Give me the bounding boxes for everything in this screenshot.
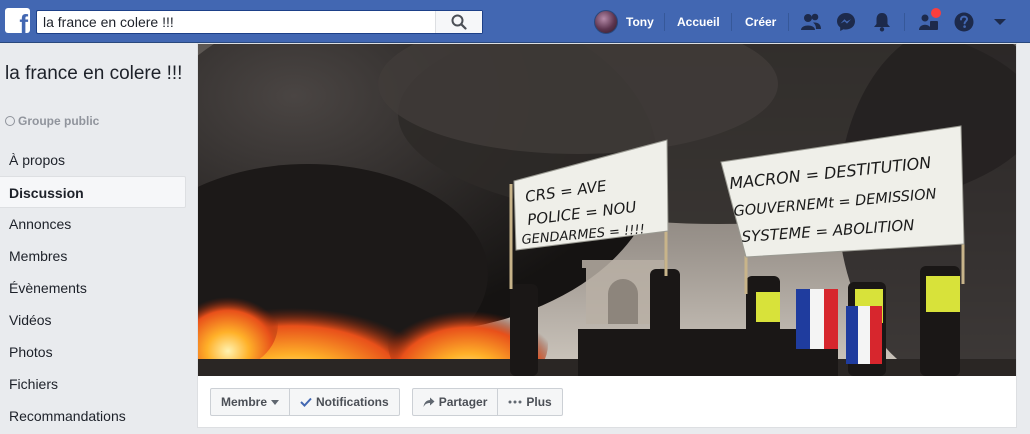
group-menu: À propos Discussion Annonces Membres Évè… (0, 144, 186, 432)
group-privacy-label: Groupe public (18, 114, 100, 128)
help-icon (954, 12, 974, 32)
notification-badge (931, 8, 941, 18)
share-button-group: Partager Plus (411, 388, 563, 416)
profile-link[interactable]: Tony (594, 0, 654, 43)
facebook-logo[interactable]: f (5, 8, 30, 33)
more-label: Plus (526, 395, 552, 409)
messenger-icon (837, 13, 855, 31)
account-menu-button[interactable] (987, 9, 1013, 35)
dropdown-arrow-icon (994, 19, 1006, 25)
notifications-icon (874, 13, 890, 32)
top-navigation-bar: f Tony Accueil Créer (0, 0, 1030, 43)
notifications-label: Notifications (316, 395, 389, 409)
notifications-button[interactable] (869, 9, 895, 35)
caret-down-icon (271, 399, 280, 405)
member-label: Membre (221, 395, 268, 409)
group-sidebar: la france en colere !!! Groupe public À … (0, 43, 197, 434)
sidebar-item-discussion[interactable]: Discussion (0, 176, 186, 208)
search-icon (451, 14, 467, 30)
home-label: Accueil (677, 14, 720, 29)
search-bar (36, 10, 483, 34)
sidebar-item-announcements[interactable]: Annonces (0, 208, 186, 240)
group-actions: Membre Notifications Partager Plus (210, 388, 563, 416)
more-button[interactable]: Plus (497, 389, 561, 415)
share-button[interactable]: Partager (413, 389, 498, 415)
divider (788, 13, 789, 31)
search-input[interactable] (37, 11, 435, 33)
friend-requests-button[interactable] (798, 9, 824, 35)
share-arrow-icon (423, 397, 435, 407)
avatar (594, 9, 618, 34)
create-label: Créer (745, 14, 777, 29)
friends-icon (801, 13, 821, 30)
sidebar-item-files[interactable]: Fichiers (0, 368, 186, 400)
divider (664, 13, 665, 31)
sidebar-item-videos[interactable]: Vidéos (0, 304, 186, 336)
globe-icon (5, 116, 15, 126)
create-link[interactable]: Créer (745, 0, 776, 43)
sidebar-item-members[interactable]: Membres (0, 240, 186, 272)
group-cover-card: CRS = AVE POLICE = NOU GENDARMES = !!!! … (197, 43, 1017, 428)
member-button[interactable]: Membre (211, 389, 289, 415)
sidebar-item-about[interactable]: À propos (0, 144, 186, 176)
divider (731, 13, 732, 31)
membership-button-group: Membre Notifications (210, 388, 400, 416)
help-button[interactable] (951, 9, 977, 35)
messenger-button[interactable] (833, 9, 859, 35)
group-privacy: Groupe public (5, 114, 99, 128)
sidebar-item-events[interactable]: Évènements (0, 272, 186, 304)
quick-help-button[interactable] (916, 8, 942, 35)
cover-photo[interactable]: CRS = AVE POLICE = NOU GENDARMES = !!!! … (198, 44, 1016, 376)
divider (904, 13, 905, 31)
cover-photo-illustration: CRS = AVE POLICE = NOU GENDARMES = !!!! … (198, 44, 1016, 376)
checkmark-icon (300, 397, 312, 407)
group-name[interactable]: la france en colere !!! (5, 62, 190, 85)
sidebar-item-photos[interactable]: Photos (0, 336, 186, 368)
notifications-settings-button[interactable]: Notifications (289, 389, 399, 415)
more-dots-icon (508, 400, 522, 404)
home-link[interactable]: Accueil (677, 0, 720, 43)
search-button[interactable] (435, 11, 482, 33)
share-label: Partager (438, 395, 488, 409)
user-name: Tony (626, 14, 654, 29)
sidebar-item-recommendations[interactable]: Recommandations (0, 400, 186, 432)
